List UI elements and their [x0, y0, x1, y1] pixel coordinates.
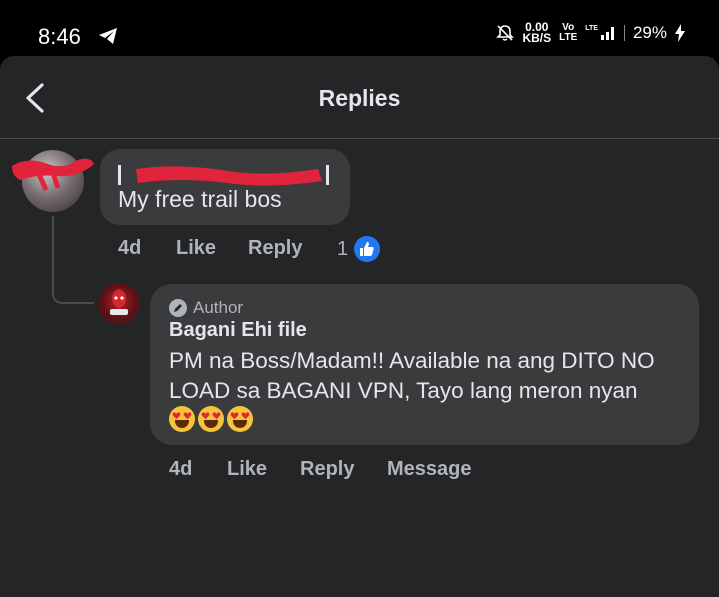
reply-time: 4d	[169, 458, 193, 480]
divider	[623, 25, 625, 41]
volte-bottom: LTE	[559, 32, 578, 43]
reply-reply-button[interactable]: Reply	[300, 458, 354, 481]
author-label: Author	[193, 298, 244, 317]
comment-reply-button[interactable]: Reply	[248, 237, 302, 260]
comment-like-button[interactable]: Like	[176, 237, 216, 260]
volte-indicator: Vo LTE	[559, 23, 577, 43]
battery-level: 29%	[632, 23, 667, 42]
logo-avatar-icon	[110, 289, 128, 315]
lte-label: LTE	[585, 25, 598, 32]
redaction-scribble	[12, 158, 94, 192]
heart-eyes-emoji	[198, 406, 224, 432]
emoji-row	[169, 406, 253, 432]
author-badge: Author	[169, 298, 243, 318]
signal-bars-icon	[600, 27, 614, 40]
reply-author-name[interactable]: Bagani Ehi file	[169, 319, 307, 342]
charging-icon	[675, 24, 685, 42]
comment-text: My free trail bos	[118, 186, 282, 212]
redacted-name	[118, 165, 329, 186]
reaction-count: 1	[337, 237, 349, 260]
pencil-icon	[169, 299, 187, 317]
reply-bubble[interactable]: Author Bagani Ehi file PM na Boss/Madam!…	[150, 284, 699, 445]
reply-avatar[interactable]	[98, 283, 140, 325]
thumbs-up-icon	[354, 236, 381, 262]
heart-eyes-emoji	[169, 406, 195, 432]
telegram-icon	[99, 28, 117, 44]
header: Replies	[0, 56, 719, 139]
thread-connector	[52, 216, 94, 304]
comment-reactions[interactable]: 1	[337, 236, 381, 262]
net-speed: 0.00 KB/S	[522, 21, 552, 45]
mute-icon	[496, 25, 515, 41]
signal-icon: LTE	[585, 25, 616, 41]
heart-eyes-emoji	[227, 406, 253, 432]
reply-like-button[interactable]: Like	[227, 458, 267, 481]
page-title: Replies	[318, 85, 401, 111]
replies-panel: Replies My free trail bos 4d Like Reply …	[0, 56, 719, 597]
comment-time: 4d	[118, 237, 142, 259]
status-icons: 0.00 KB/S Vo LTE LTE 29%	[496, 21, 685, 45]
status-bar: 8:46 0.00 KB/S Vo LTE LTE 29%	[0, 0, 719, 62]
message-button[interactable]: Message	[387, 458, 472, 481]
clock: 8:46	[38, 24, 81, 49]
reply-text: PM na Boss/Madam!! Available na ang DITO…	[169, 348, 655, 403]
net-speed-unit: KB/S	[522, 31, 552, 45]
